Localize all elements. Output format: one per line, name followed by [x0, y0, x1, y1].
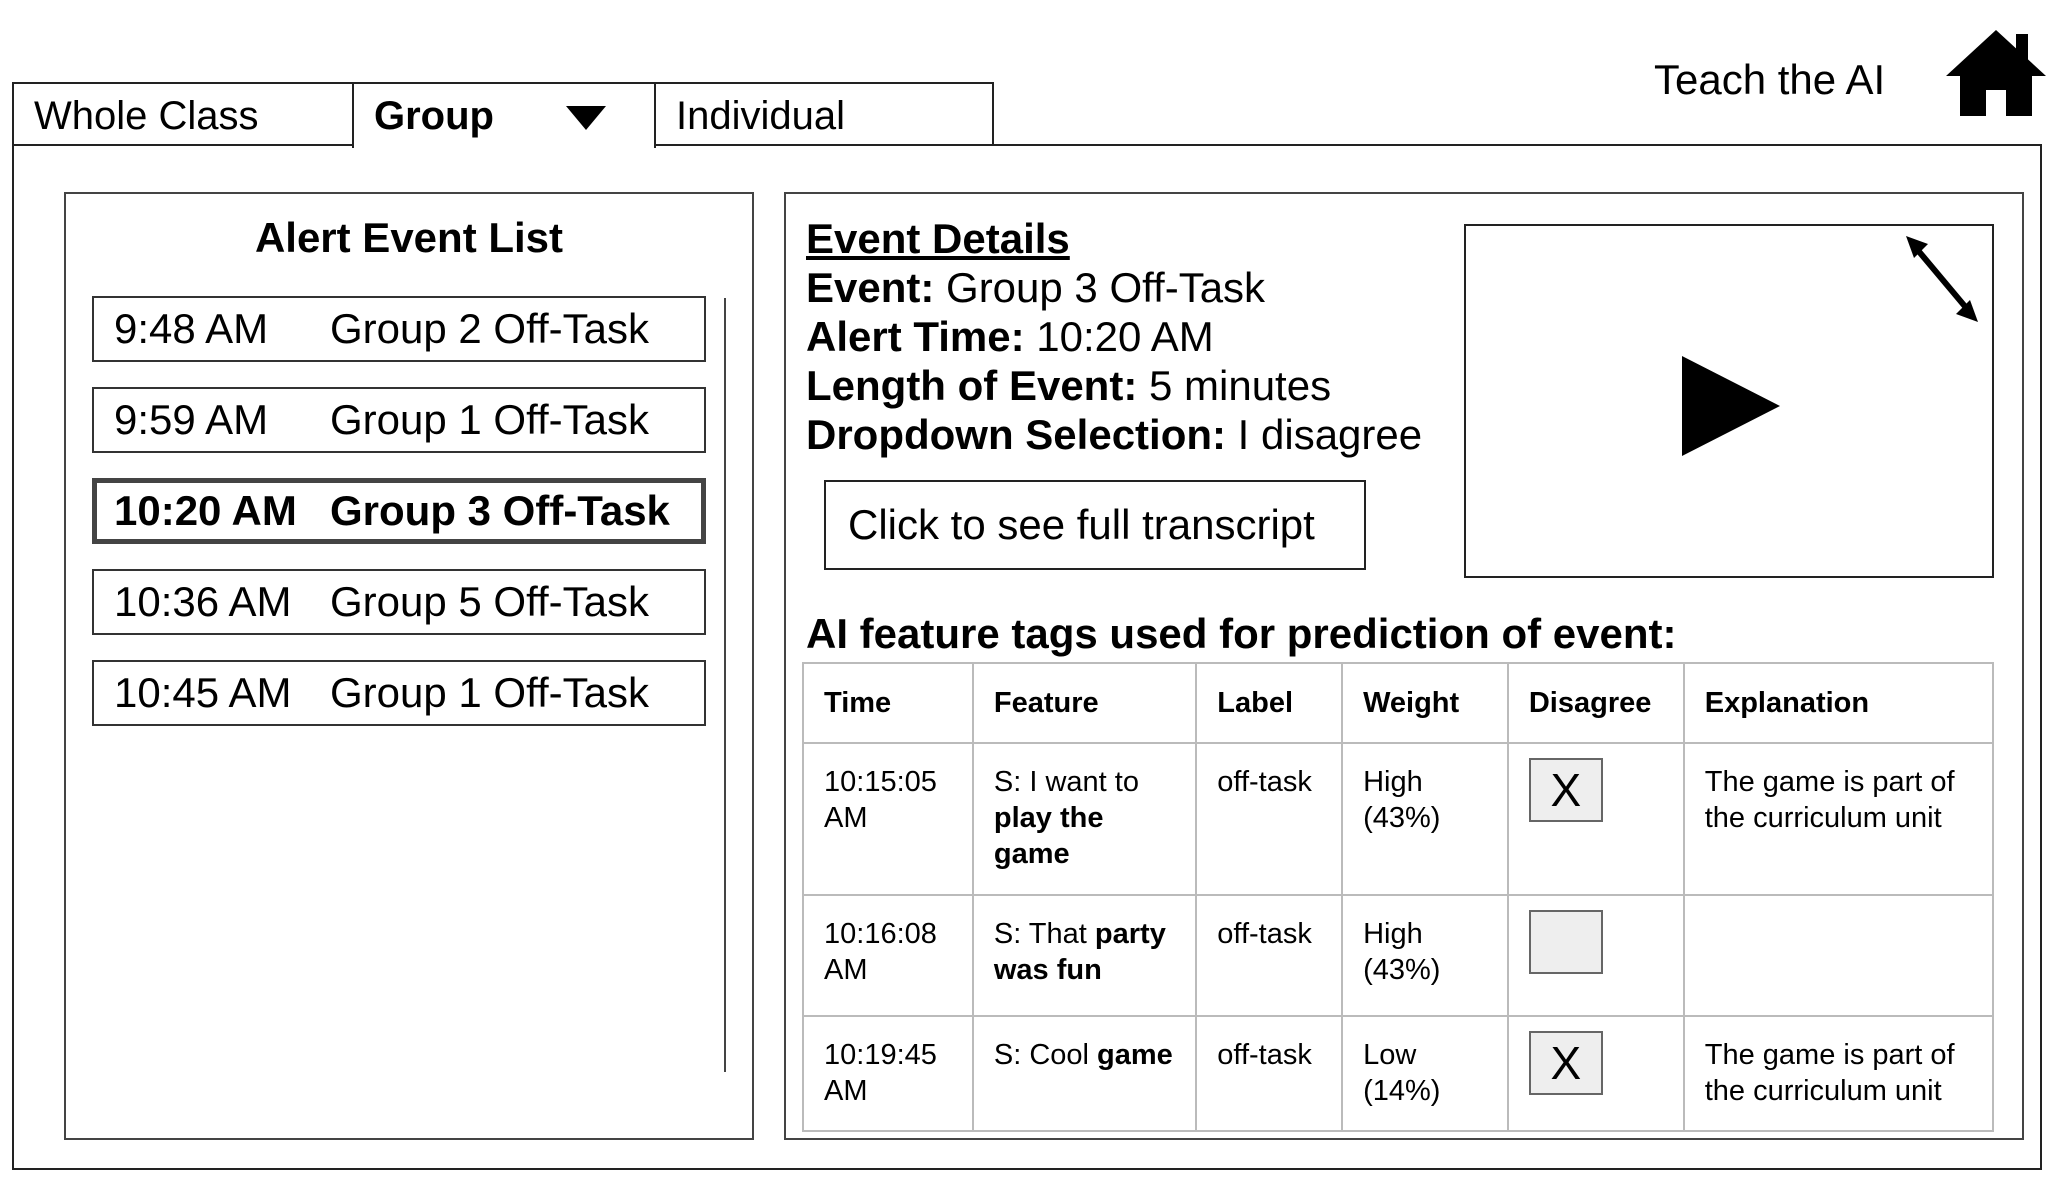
column-header: Label [1195, 662, 1344, 744]
alert-item[interactable]: 10:45 AM Group 1 Off-Task [92, 660, 706, 726]
tab-group-label: Group [374, 94, 494, 138]
alert-time-label: Alert Time: [806, 313, 1025, 360]
alert-list: 9:48 AM Group 2 Off-Task 9:59 AM Group 1… [92, 296, 706, 751]
play-icon[interactable] [1682, 356, 1780, 456]
alert-time-row: Alert Time: 10:20 AM [806, 312, 1422, 361]
alert-item[interactable]: 9:48 AM Group 2 Off-Task [92, 296, 706, 362]
feature-keyword: play the game [993, 802, 1104, 870]
time-cell: 10:16:08 AM [802, 894, 974, 1017]
label-cell: off-task [1195, 894, 1344, 1017]
column-header: Disagree [1506, 662, 1685, 744]
disagree-cell [1506, 894, 1685, 1017]
length-row: Length of Event: 5 minutes [806, 361, 1422, 410]
feature-keyword: game [1097, 1039, 1173, 1071]
table-row: 10:19:45 AM S: Cool game off-task Low (1… [802, 1015, 1995, 1132]
disagree-checkbox[interactable]: X [1528, 1031, 1603, 1095]
alert-time: 9:48 AM [114, 305, 269, 352]
table-row: 10:15:05 AM S: I want to play the game o… [802, 742, 1995, 896]
tab-whole-class[interactable]: Whole Class [12, 82, 356, 146]
label-cell: off-task [1195, 1015, 1344, 1132]
page-title: Teach the AI [1654, 56, 1886, 103]
disagree-cell: X [1506, 742, 1685, 896]
alert-time: 10:36 AM [114, 578, 292, 625]
weight-cell: High (43%) [1341, 894, 1509, 1017]
feature-text: S: Cool [993, 1039, 1098, 1071]
tab-individual-label: Individual [676, 94, 846, 138]
list-scrollbar[interactable] [724, 298, 726, 1072]
main-panel: Alert Event List 9:48 AM Group 2 Off-Tas… [12, 144, 2042, 1170]
alert-list-title: Alert Event List [254, 214, 564, 261]
alert-name: Group 2 Off-Task [330, 305, 650, 352]
weight-cell: Low (14%) [1341, 1015, 1509, 1132]
column-header: Time [802, 662, 974, 744]
tab-group[interactable]: Group [352, 82, 656, 148]
feature-cell: S: I want to play the game [971, 742, 1198, 896]
weight-cell: High (43%) [1341, 742, 1509, 896]
length-label: Length of Event: [806, 362, 1138, 409]
alert-time: 10:20 AM [114, 487, 297, 534]
feature-text: S: That [993, 918, 1095, 950]
dropdown-selection-value: I disagree [1237, 411, 1423, 458]
home-icon[interactable] [1944, 28, 2048, 118]
event-details-heading: Event Details [806, 215, 1070, 262]
video-player[interactable] [1464, 224, 1994, 578]
feature-tags-table: Time Feature Label Weight Disagree Expla… [802, 662, 1995, 1132]
full-transcript-button[interactable]: Click to see full transcript [824, 480, 1366, 570]
tab-individual[interactable]: Individual [654, 82, 994, 146]
feature-text: S: I want to [993, 766, 1139, 798]
explanation-cell[interactable]: The game is part of the curriculum unit [1682, 1015, 1995, 1132]
alert-time: 10:45 AM [114, 669, 292, 716]
tab-whole-class-label: Whole Class [34, 94, 259, 138]
disagree-cell: X [1506, 1015, 1685, 1132]
alert-time: 9:59 AM [114, 396, 269, 443]
alert-name: Group 3 Off-Task [330, 487, 670, 534]
alert-name: Group 1 Off-Task [330, 669, 650, 716]
column-header: Weight [1341, 662, 1509, 744]
event-row: Event: Group 3 Off-Task [806, 263, 1422, 312]
column-header: Explanation [1682, 662, 1995, 744]
alert-item-selected[interactable]: 10:20 AM Group 3 Off-Task [92, 478, 706, 544]
alert-event-panel: Alert Event List 9:48 AM Group 2 Off-Tas… [64, 192, 754, 1140]
length-value: 5 minutes [1148, 362, 1332, 409]
time-cell: 10:19:45 AM [802, 1015, 974, 1132]
explanation-cell[interactable] [1682, 894, 1995, 1017]
disagree-checkbox[interactable] [1528, 910, 1603, 974]
event-details-panel: Event Details Event: Group 3 Off-Task Al… [784, 192, 2024, 1140]
event-value: Group 3 Off-Task [946, 264, 1266, 311]
expand-icon[interactable] [1904, 234, 1980, 324]
alert-name: Group 5 Off-Task [330, 578, 650, 625]
feature-cell: S: Cool game [971, 1015, 1198, 1132]
column-header: Feature [971, 662, 1198, 744]
dropdown-selection-label: Dropdown Selection: [806, 411, 1226, 458]
disagree-checkbox[interactable]: X [1528, 758, 1603, 822]
event-details: Event Details Event: Group 3 Off-Task Al… [806, 214, 1422, 459]
event-label: Event: [806, 264, 935, 311]
time-cell: 10:15:05 AM [802, 742, 974, 896]
feature-tags-title: AI feature tags used for prediction of e… [806, 610, 1677, 657]
chevron-down-icon[interactable] [566, 106, 606, 130]
alert-time-value: 10:20 AM [1036, 313, 1214, 360]
alert-item[interactable]: 9:59 AM Group 1 Off-Task [92, 387, 706, 453]
table-row: 10:16:08 AM S: That party was fun off-ta… [802, 894, 1995, 1017]
label-cell: off-task [1195, 742, 1344, 896]
alert-name: Group 1 Off-Task [330, 396, 650, 443]
alert-item[interactable]: 10:36 AM Group 5 Off-Task [92, 569, 706, 635]
explanation-cell[interactable]: The game is part of the curriculum unit [1682, 742, 1995, 896]
dropdown-selection-row: Dropdown Selection: I disagree [806, 410, 1422, 459]
feature-cell: S: That party was fun [971, 894, 1198, 1017]
table-header-row: Time Feature Label Weight Disagree Expla… [802, 662, 1995, 744]
